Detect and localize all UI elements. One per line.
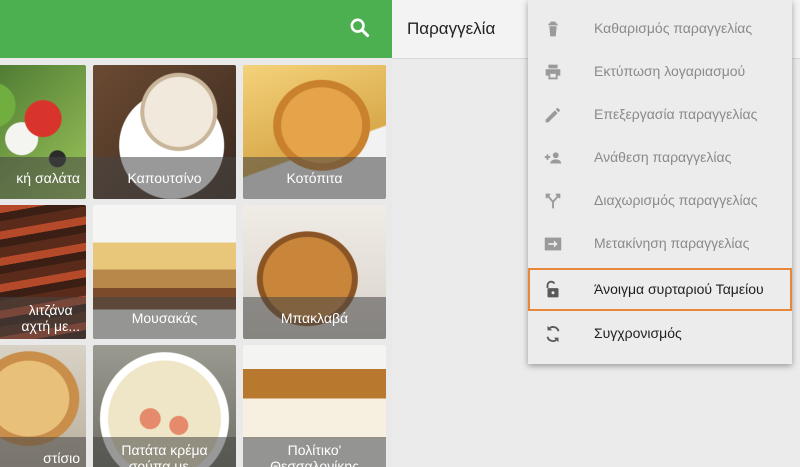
order-title: Παραγγελία	[407, 19, 496, 38]
menu-item-split-order[interactable]: Διαχωρισμός παραγγελίας	[528, 179, 792, 222]
product-tile[interactable]: Μπακλαβά	[243, 205, 386, 339]
menu-item-print-bill[interactable]: Εκτύπωση λογαριασμού	[528, 50, 792, 93]
pencil-icon	[542, 104, 564, 126]
product-label: Πατάτα κρέμα σούπα με...	[93, 437, 236, 467]
product-tile[interactable]: στίσιο	[0, 345, 86, 467]
sync-icon	[542, 323, 564, 345]
menu-item-clear-order[interactable]: Καθαρισμός παραγγελίας	[528, 7, 792, 50]
printer-icon	[542, 61, 564, 83]
product-label: λιτζάνα αχτή με...	[0, 297, 86, 339]
product-tile[interactable]: λιτζάνα αχτή με...	[0, 205, 86, 339]
product-label: Πολίτικο' Θεσσαλονίκης	[243, 437, 386, 467]
products-panel: κή σαλάτα Καπουτσίνο Κοτόπιτα λιτζάνα αχ…	[0, 0, 392, 467]
product-label: κή σαλάτα	[0, 157, 86, 199]
product-label: Μπακλαβά	[243, 297, 386, 339]
menu-item-label: Επεξεργασία παραγγελίας	[594, 106, 758, 122]
product-grid: κή σαλάτα Καπουτσίνο Κοτόπιτα λιτζάνα αχ…	[0, 58, 392, 467]
products-topbar	[0, 0, 392, 58]
person-add-icon	[542, 147, 564, 169]
menu-item-assign-order[interactable]: Ανάθεση παραγγελίας	[528, 136, 792, 179]
product-label: στίσιο	[0, 437, 86, 467]
menu-item-label: Άνοιγμα συρταριού Ταμείου	[594, 281, 764, 297]
product-label: Μουσακάς	[93, 297, 236, 339]
menu-item-label: Εκτύπωση λογαριασμού	[594, 63, 746, 79]
menu-item-open-cash-drawer[interactable]: Άνοιγμα συρταριού Ταμείου	[528, 268, 792, 311]
product-tile[interactable]: Πατάτα κρέμα σούπα με...	[93, 345, 236, 467]
order-options-menu: Καθαρισμός παραγγελίας Εκτύπωση λογαριασ…	[528, 0, 792, 364]
menu-item-label: Μετακίνηση παραγγελίας	[594, 235, 750, 251]
product-tile[interactable]: κή σαλάτα	[0, 65, 86, 199]
product-tile[interactable]: Κοτόπιτα	[243, 65, 386, 199]
split-icon	[542, 190, 564, 212]
menu-item-label: Διαχωρισμός παραγγελίας	[594, 192, 758, 208]
menu-item-label: Συγχρονισμός	[594, 325, 682, 341]
product-label: Καπουτσίνο	[93, 157, 236, 199]
search-button[interactable]	[346, 14, 374, 42]
search-icon	[350, 18, 370, 38]
unlock-icon	[542, 279, 564, 301]
menu-item-label: Καθαρισμός παραγγελίας	[594, 20, 753, 36]
menu-item-label: Ανάθεση παραγγελίας	[594, 149, 732, 165]
trash-icon	[542, 18, 564, 40]
product-label: Κοτόπιτα	[243, 157, 386, 199]
menu-item-sync[interactable]: Συγχρονισμός	[528, 312, 792, 355]
product-tile[interactable]: Μουσακάς	[93, 205, 236, 339]
move-icon	[542, 233, 564, 255]
product-tile[interactable]: Πολίτικο' Θεσσαλονίκης	[243, 345, 386, 467]
menu-item-move-order[interactable]: Μετακίνηση παραγγελίας	[528, 222, 792, 265]
product-tile[interactable]: Καπουτσίνο	[93, 65, 236, 199]
menu-item-edit-order[interactable]: Επεξεργασία παραγγελίας	[528, 93, 792, 136]
